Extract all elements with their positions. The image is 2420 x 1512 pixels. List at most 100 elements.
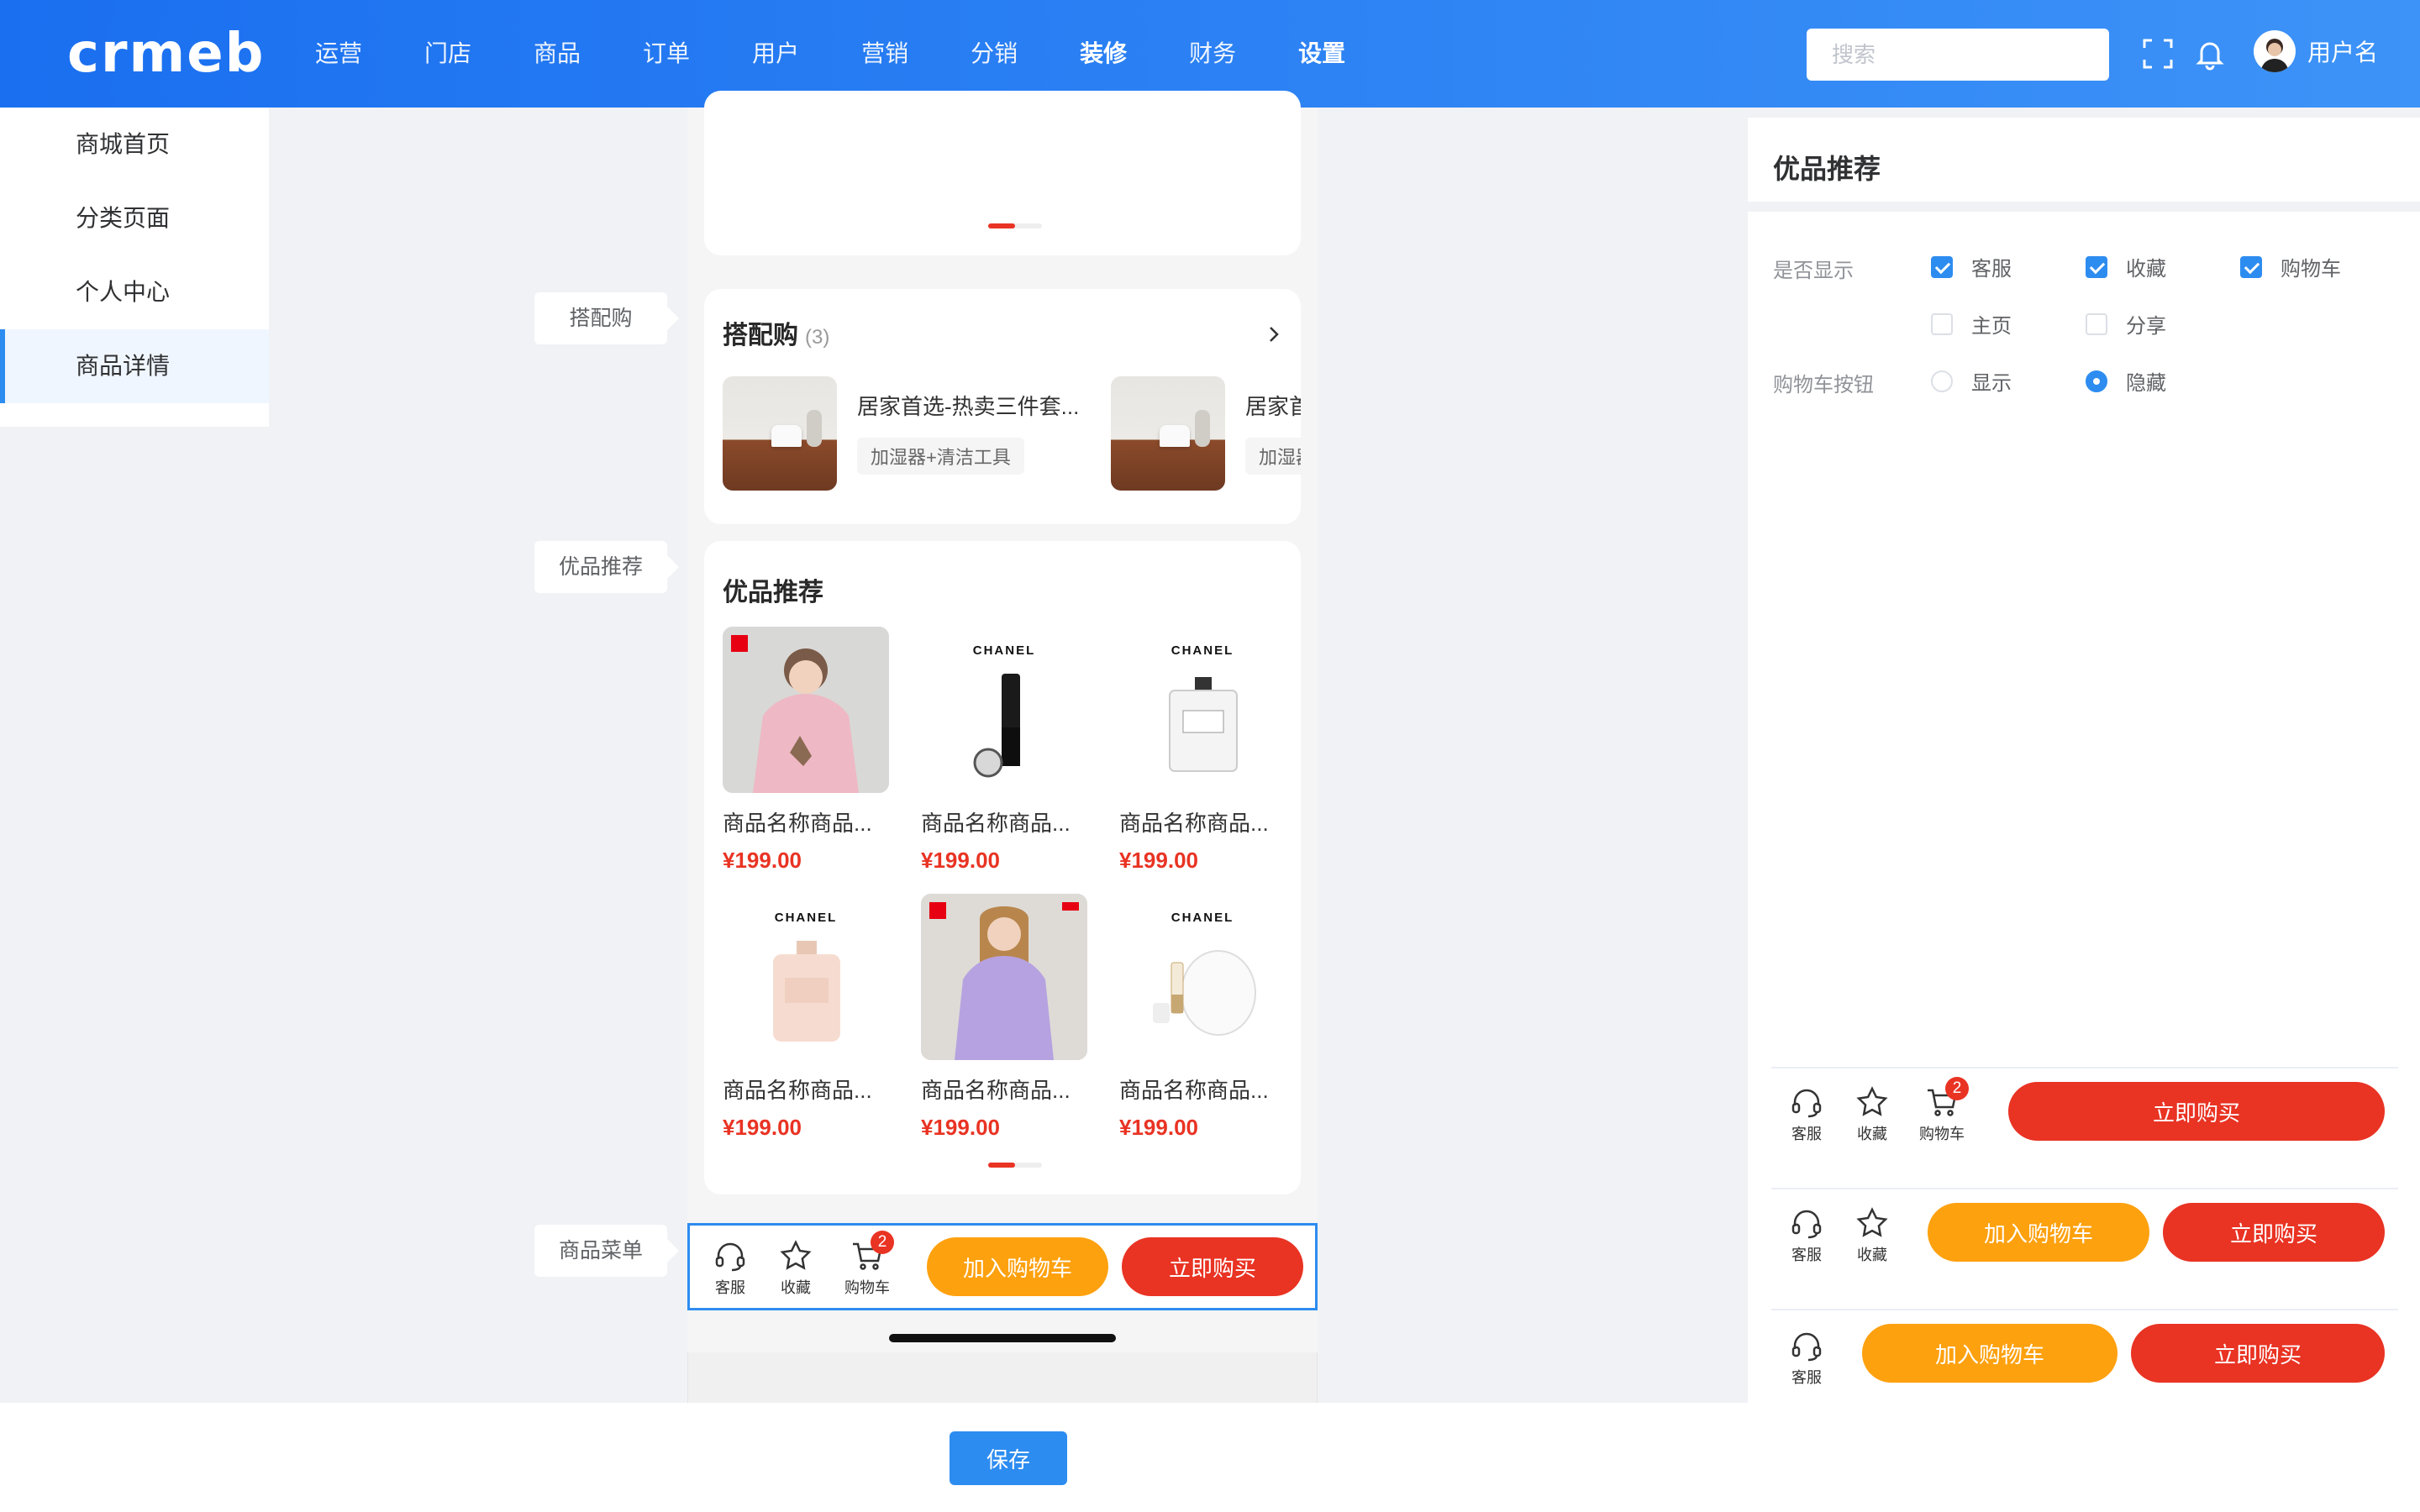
checkbox-cart[interactable]: 购物车	[2240, 252, 2341, 281]
footer-bar	[0, 1403, 2420, 1512]
service-action: 客服	[1790, 1085, 1823, 1144]
favorite-action: 收藏	[1855, 1085, 1889, 1144]
bell-icon[interactable]	[2193, 37, 2227, 71]
carousel-indicator	[988, 1163, 1042, 1168]
combo-card[interactable]: 搭配购(3) 居家首选-热卖三件套... 加湿器+清洁工具 居家首选-热卖三件套…	[704, 289, 1301, 524]
nav-item-settings[interactable]: 设置	[1281, 0, 1363, 108]
combo-item-name: 居家首选-热卖三件套...	[857, 394, 1080, 419]
add-to-cart-button[interactable]: 加入购物车	[1862, 1324, 2118, 1383]
product-image	[921, 894, 1087, 1060]
carousel-indicator	[988, 223, 1042, 228]
product-card[interactable]: CHANEL 商品名称商品... ¥199.00	[1119, 627, 1286, 874]
radio-hide[interactable]: 隐藏	[2086, 366, 2166, 396]
product-image	[723, 627, 889, 793]
product-card[interactable]: 商品名称商品... ¥199.00	[921, 894, 1087, 1141]
fullscreen-icon[interactable]	[2141, 37, 2175, 71]
save-button[interactable]: 保存	[950, 1431, 1067, 1485]
product-image: CHANEL	[723, 894, 889, 1060]
combo-item-tag: 加湿器+清洁工具	[1245, 438, 1301, 475]
cart-badge: 2	[1945, 1077, 1969, 1100]
username: 用户名	[2307, 39, 2379, 66]
cart-badge: 2	[871, 1231, 894, 1254]
sidebar-item-home[interactable]: 商城首页	[0, 108, 269, 181]
combo-item-tag: 加湿器+清洁工具	[857, 438, 1024, 475]
favorite-action: 收藏	[1855, 1206, 1889, 1265]
section-label-menu[interactable]: 商品菜单	[534, 1225, 679, 1277]
cart-action[interactable]: 2 购物车	[844, 1231, 894, 1298]
nav-item-operation[interactable]: 运营	[297, 0, 380, 108]
checkbox-share[interactable]: 分享	[2086, 309, 2166, 339]
phone-preview: 搭配购(3) 居家首选-热卖三件套... 加湿器+清洁工具 居家首选-热卖三件套…	[687, 91, 1318, 1403]
product-price: ¥199.00	[921, 848, 1000, 873]
favorite-action[interactable]: 收藏	[779, 1239, 813, 1298]
headset-icon	[715, 1242, 745, 1272]
headset-icon	[1791, 1332, 1822, 1362]
headset-icon	[1791, 1089, 1822, 1118]
nav-item-product[interactable]: 商品	[516, 0, 598, 108]
product-name: 商品名称商品...	[723, 811, 872, 836]
checkbox-favorite[interactable]: 收藏	[2086, 252, 2166, 281]
search-input[interactable]	[1807, 29, 2109, 81]
phone-bottom	[687, 1352, 1318, 1403]
buy-now-button[interactable]: 立即购买	[2131, 1324, 2385, 1383]
service-action: 客服	[1790, 1206, 1823, 1265]
add-to-cart-button[interactable]: 加入购物车	[1928, 1203, 2149, 1262]
product-price: ¥199.00	[723, 848, 802, 873]
product-image: CHANEL	[1119, 627, 1286, 793]
checkbox-service[interactable]: 客服	[1931, 252, 2012, 281]
combo-list: 居家首选-热卖三件套... 加湿器+清洁工具 居家首选-热卖三件套... 加湿器…	[721, 289, 1301, 524]
section-label-combo[interactable]: 搭配购	[534, 292, 679, 344]
product-image	[1111, 376, 1225, 491]
logo[interactable]: crmeb	[67, 23, 265, 85]
sidebar-item-profile[interactable]: 个人中心	[0, 255, 269, 329]
combo-item-name: 居家首选-热卖三件套...	[1245, 394, 1301, 419]
style-option-1[interactable]: 客服 收藏 2 购物车 立即购买	[1771, 1067, 2398, 1188]
avatar	[2254, 30, 2296, 72]
style-option-2[interactable]: 客服 收藏 加入购物车 立即购买	[1771, 1188, 2398, 1309]
sidebar: 商城首页 分类页面 个人中心 商品详情	[0, 108, 269, 427]
product-price: ¥199.00	[723, 1115, 802, 1140]
star-icon	[780, 1240, 812, 1270]
star-icon	[1856, 1086, 1888, 1116]
product-name: 商品名称商品...	[921, 811, 1071, 836]
show-label: 是否显示	[1773, 260, 1854, 282]
cart-action: 2 购物车	[1919, 1077, 1969, 1144]
service-action: 客服	[1790, 1329, 1823, 1388]
product-price: ¥199.00	[921, 1115, 1000, 1140]
star-icon	[1856, 1207, 1888, 1237]
nav-item-order[interactable]: 订单	[625, 0, 708, 108]
section-label-recommend[interactable]: 优品推荐	[534, 541, 679, 593]
headset-icon	[1791, 1210, 1822, 1239]
buy-now-button[interactable]: 立即购买	[1122, 1237, 1303, 1296]
product-image: CHANEL	[921, 627, 1087, 793]
cart-button-label: 购物车按钮	[1773, 374, 1874, 396]
combo-item[interactable]: 居家首选-热卖三件套... 加湿器+清洁工具	[1111, 376, 1301, 491]
product-card[interactable]: 商品名称商品... ¥199.00	[723, 627, 889, 874]
combo-item[interactable]: 居家首选-热卖三件套... 加湿器+清洁工具	[723, 376, 1101, 491]
user-menu[interactable]: 用户名	[2254, 30, 2378, 72]
settings-panel: 优品推荐 是否显示 客服 收藏 购物车 主页 分享 购物车按钮 显示 隐藏 客服…	[1748, 118, 2420, 1403]
product-image: CHANEL	[1119, 894, 1286, 1060]
panel-header: 优品推荐	[1748, 118, 2420, 212]
product-name: 商品名称商品...	[723, 1078, 872, 1103]
add-to-cart-button[interactable]: 加入购物车	[927, 1237, 1108, 1296]
buy-now-button[interactable]: 立即购买	[2163, 1203, 2385, 1262]
product-name: 商品名称商品...	[921, 1078, 1071, 1103]
product-card[interactable]: CHANEL 商品名称商品... ¥199.00	[723, 894, 889, 1141]
checkbox-home[interactable]: 主页	[1931, 309, 2012, 339]
sidebar-item-product-detail[interactable]: 商品详情	[0, 329, 269, 403]
recommend-card[interactable]: 优品推荐 商品名称商品... ¥199.00 CHANEL 商品名称商品... …	[704, 541, 1301, 1194]
buy-now-button[interactable]: 立即购买	[2008, 1082, 2385, 1141]
service-action[interactable]: 客服	[713, 1239, 747, 1298]
product-card[interactable]: CHANEL 商品名称商品... ¥199.00	[921, 627, 1087, 874]
home-indicator	[889, 1334, 1116, 1342]
product-price: ¥199.00	[1119, 848, 1198, 873]
radio-show[interactable]: 显示	[1931, 366, 2012, 396]
product-card[interactable]: CHANEL 商品名称商品... ¥199.00	[1119, 894, 1286, 1141]
product-image	[723, 376, 837, 491]
partial-card	[704, 91, 1301, 255]
nav-item-store[interactable]: 门店	[407, 0, 489, 108]
sidebar-item-category[interactable]: 分类页面	[0, 181, 269, 255]
panel-title: 优品推荐	[1773, 154, 1881, 184]
product-action-bar[interactable]: 客服 收藏 2 购物车 加入购物车 立即购买	[687, 1223, 1318, 1310]
